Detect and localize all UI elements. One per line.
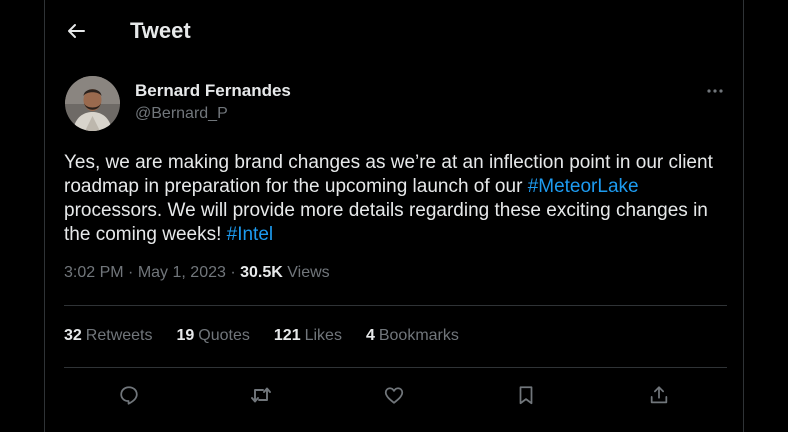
user-handle[interactable]: @Bernard_P — [135, 105, 228, 123]
tweet-time[interactable]: 3:02 PM — [64, 264, 124, 281]
reply-icon — [120, 386, 138, 405]
back-button[interactable] — [61, 16, 91, 46]
avatar-image — [65, 76, 120, 131]
hashtag-intel-link[interactable]: #Intel — [227, 224, 273, 245]
retweet-button[interactable] — [244, 378, 278, 412]
divider — [64, 305, 727, 306]
share-button[interactable] — [642, 378, 676, 412]
bookmark-button[interactable] — [509, 378, 543, 412]
bookmark-icon — [519, 386, 533, 405]
action-bar — [45, 378, 743, 414]
tweet-date[interactable]: May 1, 2023 — [138, 264, 226, 281]
stat-label: Quotes — [198, 327, 250, 344]
retweet-icon — [251, 387, 271, 403]
divider — [64, 367, 727, 368]
avatar[interactable] — [65, 76, 120, 131]
stat-count: 19 — [176, 327, 195, 344]
stat-count: 121 — [273, 327, 301, 344]
stat-label: Retweets — [85, 327, 153, 344]
tweet-detail-column: Tweet Bernard Fernandes @Bernard_P Yes, … — [44, 0, 744, 432]
reply-button[interactable] — [112, 378, 146, 412]
stat-label: Bookmarks — [378, 327, 459, 344]
views-label: Views — [287, 264, 330, 281]
stat-count: 4 — [365, 327, 375, 344]
more-options-button[interactable] — [701, 80, 729, 102]
engagement-stats: 32 Retweets 19 Quotes 121 Likes 4 Bookmarks — [64, 327, 483, 345]
display-name[interactable]: Bernard Fernandes — [135, 81, 291, 101]
stat-likes[interactable]: 121 Likes — [274, 327, 342, 345]
views-count: 30.5K — [240, 264, 283, 281]
meta-separator: · — [128, 264, 134, 281]
arrow-left-icon — [68, 24, 85, 38]
meta-separator: · — [230, 264, 236, 281]
page-title: Tweet — [130, 18, 191, 43]
like-button[interactable] — [377, 378, 411, 412]
more-horizontal-icon — [707, 89, 723, 93]
stat-count: 32 — [64, 327, 82, 344]
stat-label: Likes — [304, 327, 342, 344]
tweet-meta: 3:02 PM · May 1, 2023 · 30.5K Views — [64, 264, 330, 282]
stat-retweets[interactable]: 32 Retweets — [64, 327, 153, 345]
share-icon — [650, 386, 668, 404]
hashtag-meteorlake-link[interactable]: #MeteorLake — [528, 176, 639, 197]
header: Tweet — [45, 0, 743, 62]
tweet-text-part: processors. We will provide more details… — [64, 200, 708, 245]
tweet-text: Yes, we are making brand changes as we’r… — [64, 151, 724, 247]
stat-bookmarks[interactable]: 4 Bookmarks — [366, 327, 459, 345]
stat-quotes[interactable]: 19 Quotes — [177, 327, 250, 345]
heart-icon — [384, 387, 404, 404]
